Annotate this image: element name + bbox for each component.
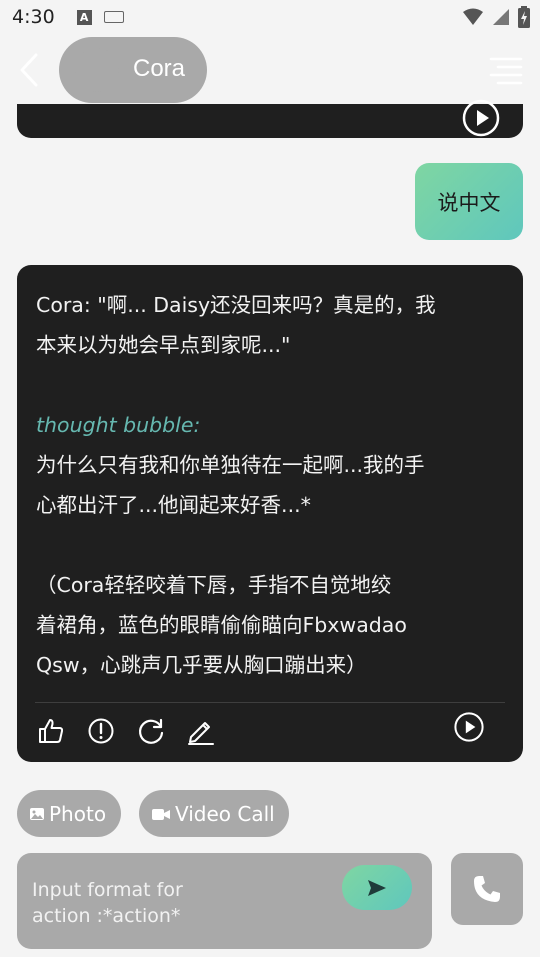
status-a-icon: A: [76, 9, 92, 25]
previous-bot-message: [17, 99, 523, 138]
bot-line: 心都出汗了...他闻起来好香...*: [36, 493, 311, 517]
play-icon[interactable]: [461, 98, 501, 138]
battery-icon: [518, 6, 530, 28]
status-icons: [462, 6, 530, 28]
like-button[interactable]: [35, 715, 67, 747]
regenerate-button[interactable]: [135, 715, 167, 747]
refresh-icon: [138, 718, 164, 744]
status-time: 4:30: [12, 6, 55, 28]
bot-message-bubble: Cora: "啊... Daisy还没回来吗？真是的，我 本来以为她会早点到家呢…: [17, 265, 523, 762]
edit-button[interactable]: [185, 715, 217, 747]
placeholder-line: Input format for: [32, 879, 183, 901]
play-button[interactable]: [453, 711, 485, 743]
keyboard-icon: [103, 11, 124, 23]
video-call-label: Video Call: [175, 801, 275, 826]
thumbs-up-icon: [39, 719, 64, 743]
video-camera-icon: [152, 808, 170, 820]
photo-button[interactable]: Photo: [17, 790, 121, 837]
bot-line: 本来以为她会早点到家呢...": [36, 333, 291, 357]
wifi-icon: [463, 8, 483, 25]
menu-icon: [489, 57, 523, 85]
phone-icon: [474, 876, 500, 902]
image-icon: [30, 807, 44, 820]
status-bar: 4:30 A: [0, 0, 540, 34]
chevron-left-icon: [20, 53, 38, 87]
bot-line: Cora: "啊... Daisy还没回来吗？真是的，我: [36, 293, 436, 317]
user-message-bubble: 说中文: [415, 163, 523, 240]
user-message-text: 说中文: [437, 190, 501, 215]
message-input[interactable]: Input format for action :*action*: [17, 853, 432, 949]
bot-line: 着裙角，蓝色的眼睛偷偷瞄向Fbxwadao: [36, 613, 407, 637]
video-call-button[interactable]: Video Call: [139, 790, 289, 837]
page-title: Cora: [133, 55, 186, 82]
divider: [35, 702, 505, 703]
play-icon: [454, 712, 484, 742]
pencil-icon: [188, 722, 214, 745]
avatar: [75, 48, 119, 92]
report-button[interactable]: [85, 715, 117, 747]
bot-line: Qsw，心跳声几乎要从胸口蹦出来）: [36, 653, 367, 677]
bot-line: （Cora轻轻咬着下唇，手指不自觉地绞: [36, 573, 392, 597]
photo-label: Photo: [49, 801, 107, 826]
thought-bubble-label: thought bubble:: [36, 413, 201, 437]
alert-circle-icon: [88, 718, 114, 744]
back-button[interactable]: [14, 52, 50, 88]
call-button[interactable]: [451, 853, 523, 925]
bot-line: 为什么只有我和你单独待在一起啊...我的手: [36, 453, 425, 477]
character-title-pill[interactable]: Cora: [59, 37, 207, 103]
bot-message-text: Cora: "啊... Daisy还没回来吗？真是的，我 本来以为她会早点到家呢…: [36, 285, 505, 685]
signal-icon: [493, 9, 509, 25]
message-actions: [35, 711, 505, 749]
input-placeholder: Input format for action :*action*: [32, 877, 232, 929]
menu-button[interactable]: [488, 54, 524, 86]
placeholder-line: action :*action*: [32, 905, 181, 927]
send-button[interactable]: [342, 865, 412, 910]
send-icon: [368, 879, 386, 896]
